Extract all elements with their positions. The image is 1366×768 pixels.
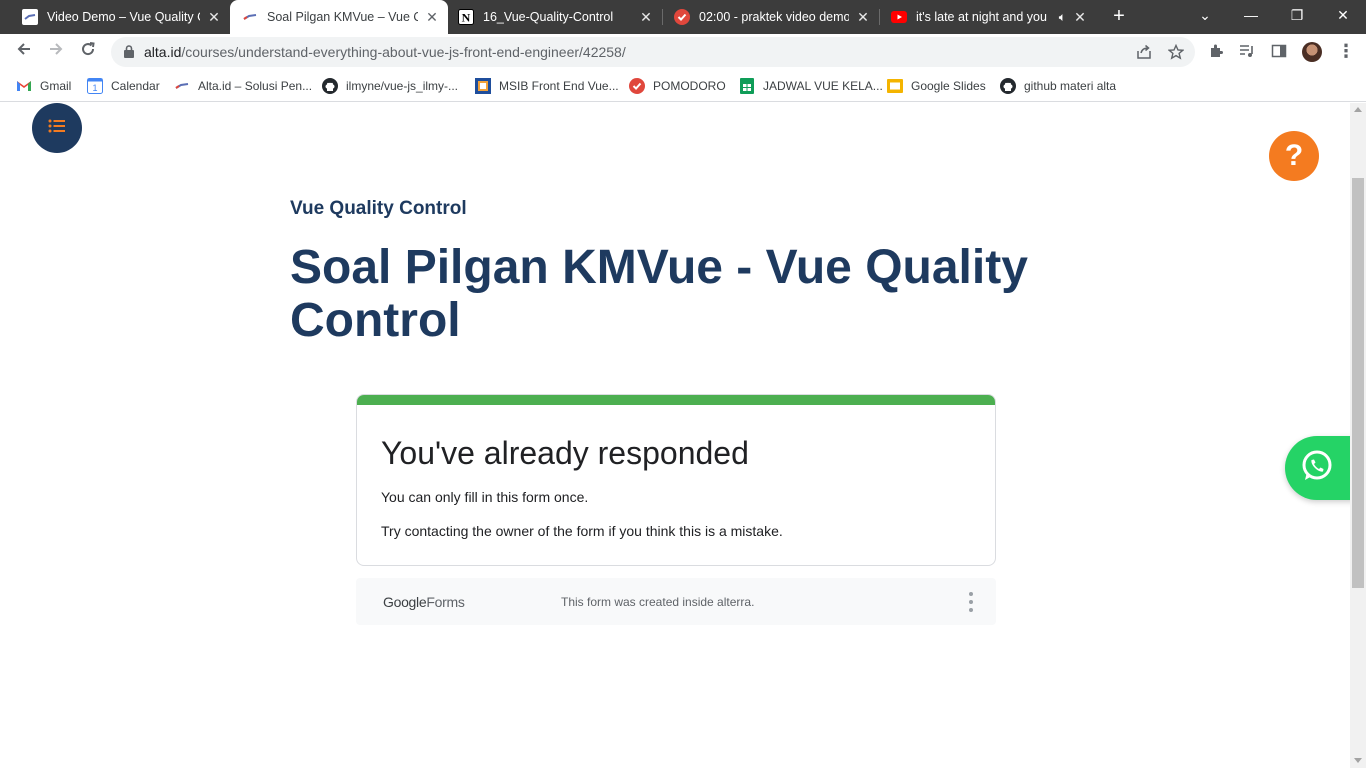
- form-message: Try contacting the owner of the form if …: [381, 523, 783, 539]
- close-icon[interactable]: ✕: [206, 9, 222, 26]
- more-options-icon[interactable]: [968, 592, 974, 612]
- bookmark-calendar[interactable]: 1 Calendar: [87, 76, 160, 96]
- scroll-up-icon[interactable]: [1354, 107, 1362, 112]
- bookmark-label: ilmyne/vue-js_ilmy-...: [346, 79, 459, 93]
- tab-strip: Video Demo – Vue Quality Co ✕ Soal Pilga…: [0, 0, 1366, 34]
- close-icon[interactable]: ✕: [424, 9, 440, 26]
- browser-menu-icon[interactable]: ⋮: [1337, 41, 1355, 62]
- page-content: ? Vue Quality Control Soal Pilgan KMVue …: [0, 103, 1350, 768]
- tab-search-icon[interactable]: ⌄: [1182, 0, 1228, 34]
- forward-icon[interactable]: [44, 40, 68, 64]
- svg-text:N: N: [462, 11, 471, 25]
- bookmark-label: github materi alta: [1024, 79, 1117, 93]
- google-forms-footer: GoogleForms This form was created inside…: [356, 578, 996, 625]
- github-icon: [1000, 78, 1016, 94]
- side-panel-icon[interactable]: [1271, 43, 1287, 63]
- msib-icon: [475, 78, 491, 94]
- close-icon[interactable]: ✕: [638, 9, 654, 26]
- bookmark-label: Gmail: [40, 79, 72, 93]
- minimize-icon[interactable]: —: [1228, 0, 1274, 34]
- bookmark-jadwal[interactable]: JADWAL VUE KELA...: [739, 76, 883, 96]
- google-forms-logo[interactable]: GoogleForms: [383, 594, 465, 610]
- scrollbar-thumb[interactable]: [1352, 178, 1364, 588]
- tab-youtube[interactable]: it's late at night and you 🔈︎ ✕: [880, 0, 1096, 34]
- bookmark-star-icon[interactable]: [1167, 43, 1185, 64]
- form-message: You can only fill in this form once.: [381, 489, 589, 505]
- bookmark-pomodoro[interactable]: POMODORO: [629, 76, 726, 96]
- alta-favicon-icon: [242, 9, 258, 25]
- share-icon[interactable]: [1136, 44, 1152, 64]
- reload-icon[interactable]: [76, 40, 100, 64]
- alta-favicon-icon: [174, 78, 190, 94]
- youtube-icon: [891, 9, 907, 25]
- bookmark-label: Calendar: [111, 79, 160, 93]
- bookmark-alta[interactable]: Alta.id – Solusi Pen...: [174, 76, 312, 96]
- restore-icon[interactable]: ❐: [1274, 0, 1320, 34]
- tab-video-demo[interactable]: Video Demo – Vue Quality Co ✕: [0, 0, 230, 34]
- tab-title: Soal Pilgan KMVue – Vue Qu: [267, 10, 418, 24]
- whatsapp-button[interactable]: [1285, 436, 1350, 500]
- sheets-icon: [739, 78, 755, 94]
- svg-text:1: 1: [92, 83, 97, 93]
- media-control-icon[interactable]: [1239, 43, 1255, 63]
- course-title: Vue Quality Control: [290, 198, 467, 219]
- tab-notion[interactable]: N 16_Vue-Quality-Control ✕: [448, 0, 662, 34]
- bookmark-gmail[interactable]: Gmail: [16, 76, 71, 96]
- url-text: alta.id/courses/understand-everything-ab…: [144, 44, 626, 60]
- pomodoro-check-icon: [674, 9, 690, 25]
- list-icon: [48, 119, 66, 138]
- course-menu-button[interactable]: [32, 103, 82, 153]
- close-icon[interactable]: ✕: [1072, 9, 1088, 26]
- tab-title: Video Demo – Vue Quality Co: [47, 10, 200, 24]
- slides-icon: [887, 78, 903, 94]
- extensions-icon[interactable]: [1208, 43, 1224, 63]
- bookmark-label: Google Slides: [911, 79, 986, 93]
- page-scrollbar[interactable]: [1350, 103, 1366, 768]
- browser-toolbar: alta.id/courses/understand-everything-ab…: [0, 34, 1366, 70]
- help-button[interactable]: ?: [1269, 131, 1319, 181]
- alta-favicon-icon: [22, 9, 38, 25]
- form-accent-bar: [357, 395, 995, 405]
- bookmark-label: Alta.id – Solusi Pen...: [198, 79, 313, 93]
- whatsapp-icon: [1300, 449, 1334, 488]
- speaker-icon[interactable]: 🔈︎: [1059, 10, 1066, 25]
- tab-soal-pilgan[interactable]: Soal Pilgan KMVue – Vue Qu ✕: [230, 0, 448, 34]
- form-footer-note: This form was created inside alterra.: [561, 595, 755, 609]
- tab-title: it's late at night and you: [916, 10, 1047, 24]
- tab-title: 02:00 - praktek video demo: [699, 10, 849, 24]
- address-bar[interactable]: alta.id/courses/understand-everything-ab…: [111, 37, 1195, 67]
- form-heading: You've already responded: [381, 435, 749, 471]
- bookmark-github-materi[interactable]: github materi alta: [1000, 76, 1116, 96]
- bookmark-label: POMODORO: [653, 79, 726, 93]
- bookmark-label: JADWAL VUE KELA...: [763, 79, 883, 93]
- profile-avatar[interactable]: [1302, 42, 1322, 62]
- form-response-card: You've already responded You can only fi…: [356, 394, 996, 566]
- close-icon[interactable]: ✕: [855, 9, 871, 26]
- pomodoro-check-icon: [629, 78, 645, 94]
- bookmark-github-ilmyne[interactable]: ilmyne/vue-js_ilmy-...: [322, 76, 458, 96]
- new-tab-button[interactable]: +: [1108, 5, 1130, 29]
- back-icon[interactable]: [12, 40, 36, 64]
- bookmark-google-slides[interactable]: Google Slides: [887, 76, 986, 96]
- tab-title: 16_Vue-Quality-Control: [483, 10, 614, 24]
- calendar-icon: 1: [87, 78, 103, 94]
- tab-pomodoro[interactable]: 02:00 - praktek video demo ✕: [663, 0, 879, 34]
- page-title: Soal Pilgan KMVue - Vue Quality Control: [290, 241, 1028, 347]
- question-icon: ?: [1284, 139, 1304, 172]
- bookmark-msib[interactable]: MSIB Front End Vue...: [475, 76, 619, 96]
- notion-icon: N: [458, 9, 474, 25]
- gmail-icon: [16, 78, 32, 94]
- scroll-down-icon[interactable]: [1354, 758, 1362, 763]
- bookmark-label: MSIB Front End Vue...: [499, 79, 619, 93]
- bookmarks-bar: Gmail 1 Calendar Alta.id – Solusi Pen...…: [0, 70, 1366, 102]
- window-close-icon[interactable]: ✕: [1320, 0, 1366, 34]
- github-icon: [322, 78, 338, 94]
- lock-icon[interactable]: [124, 45, 134, 63]
